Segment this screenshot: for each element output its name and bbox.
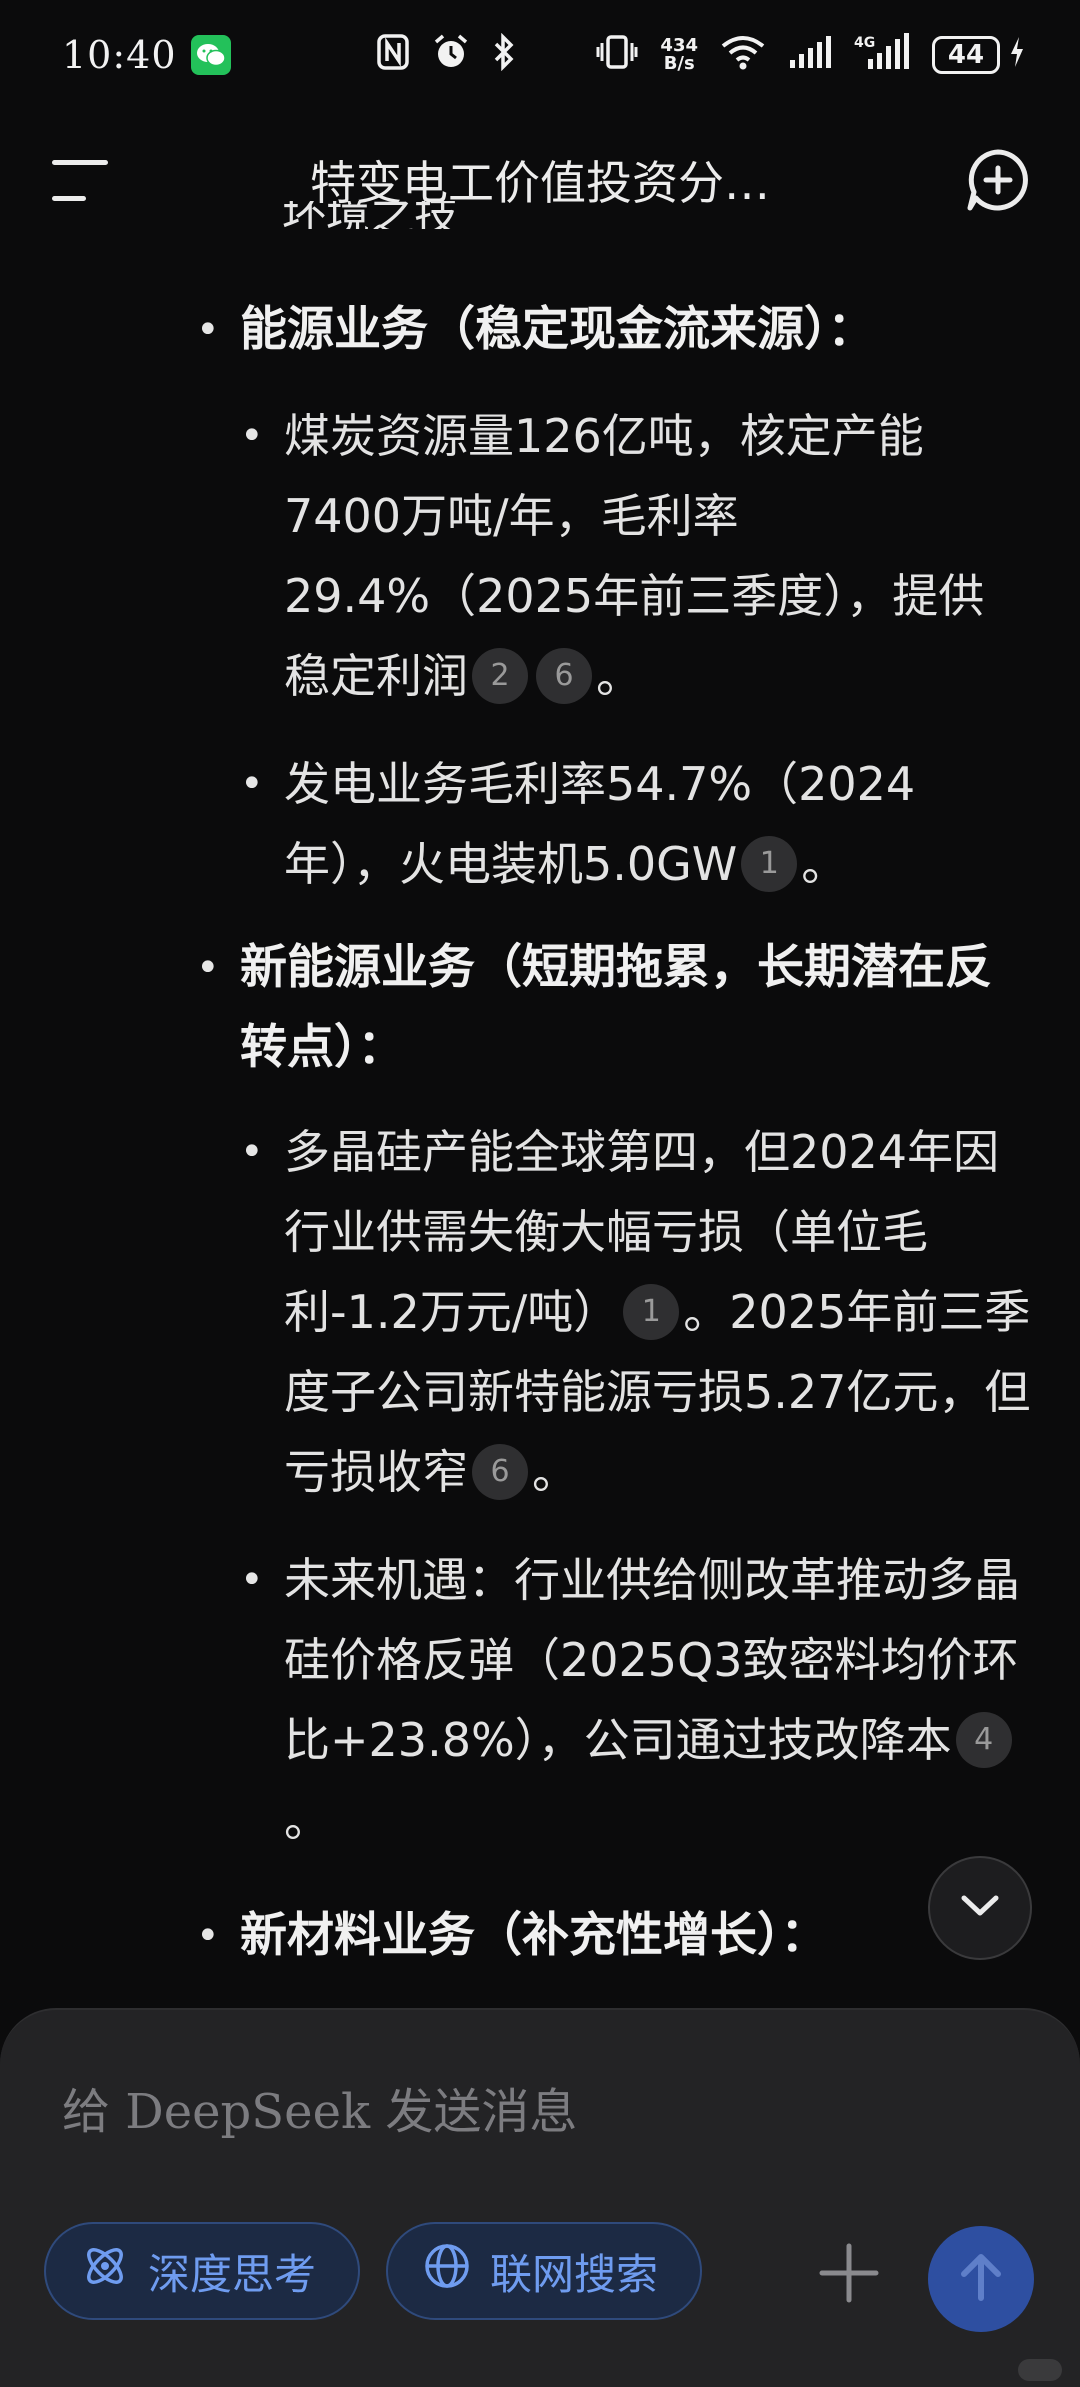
section-heading: • 新能源业务（短期拖累，长期潜在反转点）： [196, 928, 1046, 1088]
globe-icon [422, 2241, 472, 2301]
message-input[interactable]: 给 DeepSeek 发送消息 [62, 2072, 577, 2142]
list-item-text: 多晶硅产能全球第四，但2024年因行业供需失衡大幅亏损（单位毛利-1.2万元/吨… [284, 1125, 1031, 1500]
section-heading: • 新材料业务（补充性增长）： [196, 1896, 1046, 1976]
section-heading-text: 新材料业务（补充性增长）： [240, 1908, 828, 1963]
citation-badge[interactable]: 1 [623, 1283, 680, 1340]
list-item-text: 煤炭资源量126亿吨，核定产能7400万吨/年，毛利率29.4%（2025年前三… [284, 409, 985, 704]
charging-icon [1008, 35, 1026, 75]
bullet: • [240, 761, 264, 807]
list-item-text: 发电业务毛利率54.7%（2024年），火电装机5.0GW 1。 [284, 757, 916, 892]
4g-signal-icon: 4G [854, 33, 910, 77]
bullet: • [196, 945, 220, 991]
status-right: 434 B/s 4G 44 [376, 32, 1026, 77]
status-bar: 10:40 434 B/s 4G 44 [0, 0, 1080, 110]
scroll-down-button[interactable] [928, 1856, 1032, 1960]
section-heading-text: 新能源业务（短期拖累，长期潜在反转点）： [240, 940, 992, 1075]
arrow-up-icon [958, 2252, 1004, 2306]
net-speed: 434 B/s [660, 37, 698, 73]
watermark [1018, 2359, 1062, 2381]
citation-badge[interactable]: 1 [741, 835, 798, 892]
citation-badge[interactable]: 2 [472, 647, 528, 704]
status-time: 10:40 [62, 33, 177, 77]
status-left: 10:40 [62, 33, 231, 77]
atom-icon [80, 2241, 130, 2301]
wifi-icon [720, 34, 766, 76]
list-item: • 发电业务毛利率54.7%（2024年），火电装机5.0GW 1。 [240, 744, 1040, 904]
svg-text:4G: 4G [854, 35, 875, 51]
clipped-text: 坏境之技 [282, 201, 458, 229]
send-button[interactable] [928, 2226, 1034, 2332]
menu-icon[interactable] [50, 156, 110, 204]
net-speed-unit: B/s [663, 53, 695, 74]
battery-level: 44 [947, 40, 985, 70]
bullet: • [196, 307, 220, 353]
vibrate-icon [596, 33, 638, 77]
deep-think-label: 深度思考 [148, 2249, 317, 2299]
alarm-icon [432, 33, 470, 77]
web-search-label: 联网搜索 [490, 2249, 659, 2299]
list-item: • 煤炭资源量126亿吨，核定产能7400万吨/年，毛利率29.4%（2025年… [240, 396, 1040, 716]
nfc-icon [376, 33, 410, 77]
list-item: • 多晶硅产能全球第四，但2024年因行业供需失衡大幅亏损（单位毛利-1.2万元… [240, 1112, 1040, 1512]
web-search-button[interactable]: 联网搜索 [386, 2222, 702, 2320]
bullet: • [240, 1129, 264, 1175]
deep-think-button[interactable]: 深度思考 [44, 2222, 360, 2320]
citation-badge[interactable]: 4 [955, 1711, 1012, 1768]
list-item-text: 未来机遇：行业供给侧改革推动多晶硅价格反弹（2025Q3致密料均价环比+23.8… [284, 1553, 1020, 1847]
signal-icon [788, 34, 832, 76]
bullet: • [240, 1557, 264, 1603]
battery-icon: 44 [932, 36, 1000, 74]
citation-badge[interactable]: 6 [536, 647, 592, 704]
bluetooth-icon [492, 32, 516, 77]
section-heading: • 能源业务（稳定现金流来源）： [196, 290, 1046, 370]
message-composer: 给 DeepSeek 发送消息 深度思考 联网搜索 [0, 2008, 1080, 2387]
bullet: • [196, 1913, 220, 1959]
wechat-icon [190, 35, 231, 75]
list-item: • 未来机遇：行业供给侧改革推动多晶硅价格反弹（2025Q3致密料均价环比+23… [240, 1540, 1040, 1860]
chat-content: 坏境之技 • 能源业务（稳定现金流来源）： • 煤炭资源量126亿吨，核定产能7… [0, 200, 1080, 2020]
citation-badge[interactable]: 6 [472, 1443, 528, 1500]
section-heading-text: 能源业务（稳定现金流来源）： [240, 302, 875, 357]
plus-icon[interactable] [816, 2240, 882, 2306]
chevron-down-icon [960, 1894, 1000, 1922]
bullet: • [240, 413, 264, 459]
